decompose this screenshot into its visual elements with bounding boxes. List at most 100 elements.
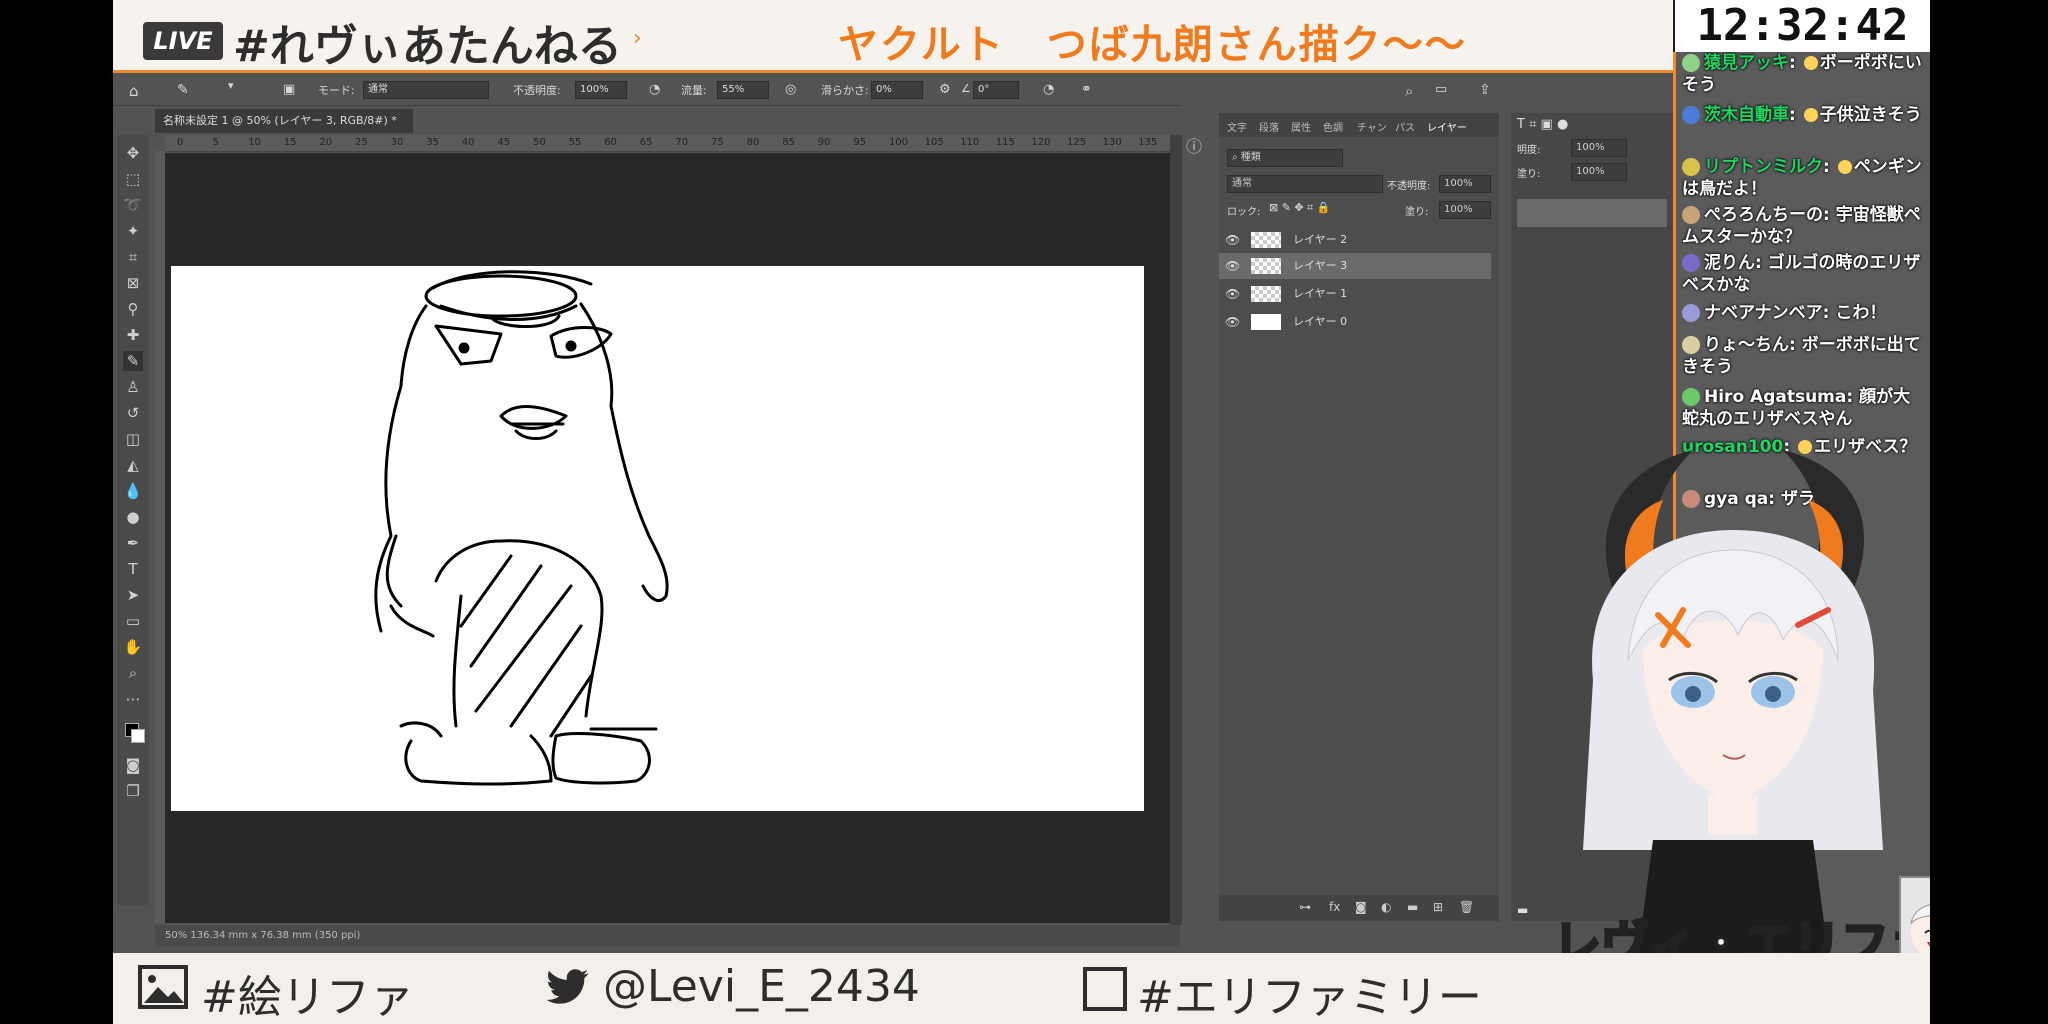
angle-field[interactable]: 0° [973,81,1019,99]
pen-tool-icon[interactable]: ✒ [123,533,143,553]
flow-field[interactable]: 55% [717,81,769,99]
twitter-handle: @Levi_E_2434 [603,961,920,1012]
channel-hashtag: #れヴぃあたんねる [233,21,622,72]
lock-icons[interactable]: ⊠ ✎ ✥ ⌗ 🔒 [1269,201,1331,215]
home-icon[interactable]: ⌂ [129,82,139,100]
airbrush-icon[interactable]: ◎ [785,82,796,97]
ruler-tick-label: 105 [924,137,944,148]
brush-size-icon[interactable]: ▾ [228,79,234,92]
layer-row-selected[interactable]: 👁 レイヤー 3 [1219,253,1491,279]
blend-mode-select[interactable]: 通常 [1227,175,1383,193]
layer-row[interactable]: 👁 レイヤー 0 [1219,309,1491,335]
tab-channels[interactable]: チャン [1357,119,1387,134]
pressure-opacity-icon[interactable]: ◔ [649,82,660,97]
chat-author: ぺろろんちーの [1704,205,1823,225]
tab-layers[interactable]: レイヤー [1427,119,1467,134]
layer-opacity-field[interactable]: 100% [1439,175,1491,193]
tab-paths[interactable]: パス [1395,119,1415,134]
screen-mode-icon[interactable]: ❐ [123,781,143,801]
stamp-tool-icon[interactable]: ♙ [123,377,143,397]
brush-tool-icon[interactable]: ✎ [123,351,143,371]
chat-message: りょ〜ちん: ボーボボに出てきそう [1682,335,1921,377]
link-layers-icon[interactable]: ⊶ [1299,900,1311,914]
mode-select[interactable]: 通常 [363,81,489,99]
history-brush-icon[interactable]: ↺ [123,403,143,423]
hand-tool-icon[interactable]: ✋ [123,637,143,657]
crop-tool-icon[interactable]: ⌗ [123,247,143,267]
share-icon[interactable]: ⇪ [1479,82,1491,98]
brush-panel-icon[interactable]: ▣ [283,82,295,97]
right-opacity-field[interactable]: 100% [1571,139,1627,157]
move-tool-icon[interactable]: ✥ [123,143,143,163]
layer-filter-select[interactable]: ⌕ 種類 [1227,149,1343,167]
fx-icon[interactable]: fx [1329,900,1340,914]
canvas-area[interactable] [165,153,1170,923]
tab-paragraph[interactable]: 段落 [1259,119,1279,134]
right-fill-label: 塗り: [1517,169,1541,180]
ruler-tick-label: 130 [1102,137,1122,148]
paint-bucket-icon[interactable]: ◭ [123,455,143,475]
tab-adjustments[interactable]: 色調 [1323,119,1343,134]
trash-icon[interactable]: 🗑 [1459,900,1474,914]
layer-name: レイヤー 0 [1293,315,1348,328]
drawing-canvas[interactable] [171,266,1144,811]
marquee-tool-icon[interactable]: ⬚ [123,169,143,189]
mode-label: モード: [318,84,355,97]
document-tab[interactable]: 名称未設定 1 @ 50% (レイヤー 3, RGB/8#) * [155,109,413,133]
tab-character[interactable]: 文字 [1227,119,1247,134]
ruler-tick-label: 70 [675,137,689,148]
penguin-sketch [374,270,669,786]
opacity-field[interactable]: 100% [575,81,627,99]
eyedropper-icon[interactable]: ⚲ [123,299,143,319]
zoom-tool-icon[interactable]: ⌕ [123,663,143,683]
blur-tool-icon[interactable]: 💧 [123,481,143,501]
vertical-scrollbar[interactable] [1170,135,1182,925]
adjustment-layer-icon[interactable]: ◐ [1381,900,1391,914]
eraser-icon[interactable]: ◫ [123,429,143,449]
avatar [1682,206,1700,224]
gear-icon[interactable]: ⚙ [939,82,951,97]
ruler-tick-label: 135 [1138,137,1158,148]
search-icon[interactable]: ⌕ [1405,82,1413,100]
folder-icon[interactable]: ▬ [1517,903,1528,917]
pressure-size-icon[interactable]: ◔ [1043,82,1054,97]
type-tools-icons[interactable]: T ⌗ ▣ ● [1517,117,1568,132]
path-select-icon[interactable]: ➤ [123,585,143,605]
chat-text: こわ！ [1835,303,1887,323]
avatar [1682,54,1700,72]
shape-tool-icon[interactable]: ▭ [123,611,143,631]
layers-panel: 文字 段落 属性 色調 チャン パス レイヤー ⌕ 種類 通常 不透明度: 10… [1219,113,1499,921]
mask-icon[interactable]: ◙ [1355,900,1367,914]
layer-row[interactable]: 👁 レイヤー 2 [1219,227,1491,253]
family-hashtag: #エリファミリー [1137,972,1482,1023]
right-fill-field[interactable]: 100% [1571,163,1627,181]
social-bar: #絵リファ @Levi_E_2434 #エリファミリー [113,953,1930,1024]
magic-wand-icon[interactable]: ✦ [123,221,143,241]
more-tools-icon[interactable]: ⋯ [123,689,143,709]
quick-mask-icon[interactable]: ◙ [123,755,143,775]
fill-field[interactable]: 100% [1439,201,1491,219]
brush-tool-icon[interactable]: ✎ [177,82,189,98]
info-icon[interactable]: ⓘ [1183,133,1205,156]
eye-icon[interactable]: 👁 [1225,253,1241,279]
symmetry-icon[interactable]: ⚭ [1081,82,1092,97]
folder-icon[interactable]: ▬ [1407,900,1418,914]
workspace-icon[interactable]: ▭ [1435,82,1447,97]
dodge-tool-icon[interactable]: ● [123,507,143,527]
layer-row[interactable]: 👁 レイヤー 1 [1219,281,1491,307]
ruler-tick-label: 115 [995,137,1015,148]
eye-icon[interactable]: 👁 [1225,227,1241,253]
layer-thumbnail [1251,286,1281,302]
type-tool-icon[interactable]: T [123,559,143,579]
panel-tabs: 文字 段落 属性 色調 チャン パス レイヤー [1219,113,1499,137]
smoothing-field[interactable]: 0% [871,81,923,99]
tab-properties[interactable]: 属性 [1291,119,1311,134]
lasso-tool-icon[interactable]: ➰ [123,195,143,215]
chat-message: 茨木自動車: 子供泣きそう [1682,104,1922,126]
healing-brush-icon[interactable]: ✚ [123,325,143,345]
color-swatches-icon[interactable] [123,719,145,743]
eye-icon[interactable]: 👁 [1225,281,1241,307]
frame-tool-icon[interactable]: ⊠ [123,273,143,293]
eye-icon[interactable]: 👁 [1225,309,1241,335]
new-layer-icon[interactable]: ⊞ [1433,900,1443,914]
